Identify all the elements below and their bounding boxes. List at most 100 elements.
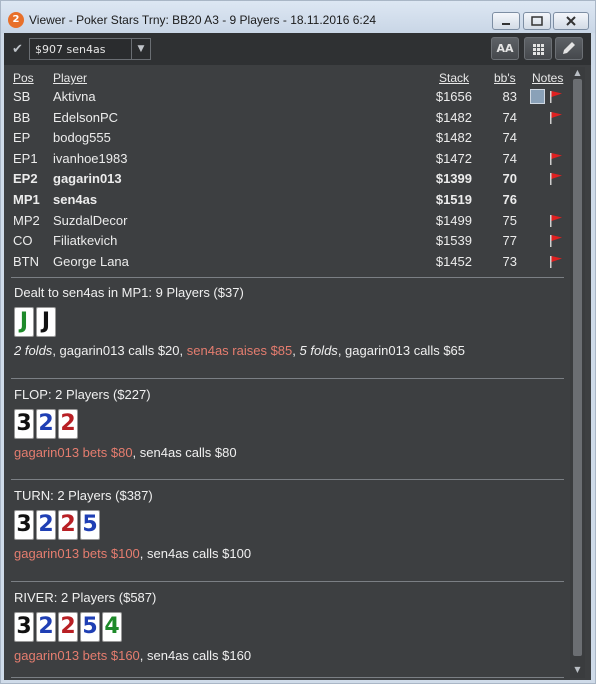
checkmark-icon[interactable]: ✔ <box>12 42 23 57</box>
action-line: gagarin013 bets $80, sen4as calls $80 <box>14 445 237 460</box>
stack-cell: $1482 <box>435 130 472 146</box>
playing-card: 2 <box>36 510 56 540</box>
bbs-cell: 70 <box>502 171 517 187</box>
note-flag-icon[interactable] <box>549 255 563 268</box>
playing-card: 2 <box>58 409 78 439</box>
table-row[interactable]: SB Aktivna $1656 83 <box>4 89 564 109</box>
position-cell: SB <box>13 89 31 104</box>
table-row[interactable]: BB EdelsonPC $1482 74 <box>4 110 564 130</box>
stack-cell: $1539 <box>435 233 472 249</box>
grid-button[interactable] <box>524 37 552 60</box>
hero-action-text: gagarin013 bets $160 <box>14 648 140 663</box>
viewer-window: 2 Viewer - Poker Stars Trny: BB20 A3 - 9… <box>0 0 596 684</box>
note-flag-icon[interactable] <box>549 235 563 248</box>
action-line: gagarin013 bets $100, sen4as calls $100 <box>14 546 251 561</box>
player-name: Aktivna <box>53 89 96 104</box>
app-logo-icon: 2 <box>8 12 24 28</box>
hero-action-text: gagarin013 bets $100 <box>14 546 140 561</box>
player-name: Filiatkevich <box>53 233 118 249</box>
player-select-value: $907 sen4as <box>35 43 106 56</box>
bbs-cell: 75 <box>502 212 517 228</box>
position-cell: MP1 <box>13 192 40 207</box>
playing-card: 5 <box>80 612 100 642</box>
bbs-cell: 74 <box>502 109 517 125</box>
edit-button[interactable] <box>555 37 583 60</box>
bbs-cell: 74 <box>502 130 517 146</box>
column-header-pos[interactable]: Pos <box>13 71 34 85</box>
position-cell: CO <box>13 233 33 249</box>
note-flag-icon[interactable] <box>549 214 563 227</box>
bbs-cell: 73 <box>502 253 517 269</box>
stack-cell: $1452 <box>435 253 472 269</box>
player-name: sen4as <box>53 192 98 207</box>
title-bar[interactable]: 2 Viewer - Poker Stars Trny: BB20 A3 - 9… <box>1 1 595 33</box>
minimize-icon <box>502 23 510 25</box>
table-row[interactable]: EP1 ivanhoe1983 $1472 74 <box>4 151 564 171</box>
table-row[interactable]: EP bodog555 $1482 74 <box>4 130 564 150</box>
street-title: RIVER: 2 Players ($587) <box>14 590 157 605</box>
action-text: , <box>292 343 300 358</box>
hero-action-text: gagarin013 bets $80 <box>14 445 133 460</box>
avatar-icon[interactable] <box>530 89 545 104</box>
playing-card: 2 <box>36 409 56 439</box>
playing-card: 3 <box>14 409 34 439</box>
street-title: TURN: 2 Players ($387) <box>14 488 153 503</box>
font-size-button[interactable]: AA <box>491 37 519 60</box>
close-button[interactable] <box>553 12 589 30</box>
toolbar: ✔ $907 sen4as ▼ AA <box>4 33 591 65</box>
pencil-icon <box>563 42 575 54</box>
street-title: Dealt to sen4as in MP1: 9 Players ($37) <box>14 285 244 300</box>
scroll-up-arrow-icon[interactable]: ▲ <box>572 68 583 78</box>
column-header-bbs[interactable]: bb's <box>494 71 516 85</box>
playing-card: 2 <box>36 612 56 642</box>
player-name: SuzdalDecor <box>53 212 128 228</box>
action-text: , sen4as calls $160 <box>139 648 252 663</box>
column-header-stack[interactable]: Stack <box>439 71 469 85</box>
close-icon <box>566 16 576 26</box>
table-row[interactable]: BTN George Lana $1452 73 <box>4 254 564 274</box>
playing-card: 5 <box>80 510 100 540</box>
viewer-content: ✔ $907 sen4as ▼ AA ▲ ▼ Pos Player Stack … <box>4 33 591 680</box>
playing-card: 4 <box>102 612 122 642</box>
action-text: , sen4as calls $100 <box>139 546 252 561</box>
grid-icon <box>533 44 544 55</box>
table-row[interactable]: MP1 sen4as $1519 76 <box>4 192 564 212</box>
table-row[interactable]: CO Filiatkevich $1539 77 <box>4 233 564 253</box>
note-flag-icon[interactable] <box>549 152 563 165</box>
playing-card: J <box>14 307 34 337</box>
note-flag-icon[interactable] <box>549 111 563 124</box>
position-cell: EP2 <box>13 171 38 187</box>
stack-cell: $1399 <box>435 171 472 187</box>
bbs-cell: 76 <box>502 192 517 207</box>
action-text: , gagarin013 calls $20, <box>52 343 187 358</box>
action-text: 5 folds <box>299 343 338 358</box>
divider <box>11 581 564 582</box>
action-text: , gagarin013 calls $65 <box>337 343 466 358</box>
bbs-cell: 83 <box>502 89 517 104</box>
divider <box>11 277 564 278</box>
player-name: George Lana <box>53 253 129 269</box>
stack-cell: $1519 <box>435 192 472 207</box>
table-row[interactable]: EP2 gagarin013 $1399 70 <box>4 171 564 191</box>
player-name: ivanhoe1983 <box>53 150 128 166</box>
stack-cell: $1472 <box>435 150 472 166</box>
hero-action-text: sen4as raises $85 <box>186 343 293 358</box>
note-flag-icon[interactable] <box>549 91 563 103</box>
player-select[interactable]: $907 sen4as ▼ <box>29 38 151 60</box>
stack-cell: $1656 <box>435 89 472 104</box>
column-header-notes[interactable]: Notes <box>532 71 563 85</box>
divider <box>11 479 564 480</box>
maximize-button[interactable] <box>523 12 551 30</box>
column-header-player[interactable]: Player <box>53 71 87 85</box>
scroll-thumb[interactable] <box>573 79 582 656</box>
playing-card: 3 <box>14 510 34 540</box>
player-name: EdelsonPC <box>53 109 119 125</box>
position-cell: MP2 <box>13 212 40 228</box>
scroll-down-arrow-icon[interactable]: ▼ <box>572 665 583 675</box>
action-line: 2 folds, gagarin013 calls $20, sen4as ra… <box>14 343 465 358</box>
vertical-scrollbar[interactable]: ▲ ▼ <box>570 67 585 678</box>
minimize-button[interactable] <box>492 12 520 30</box>
note-flag-icon[interactable] <box>549 173 563 186</box>
table-row[interactable]: MP2 SuzdalDecor $1499 75 <box>4 213 564 233</box>
divider <box>11 378 564 379</box>
